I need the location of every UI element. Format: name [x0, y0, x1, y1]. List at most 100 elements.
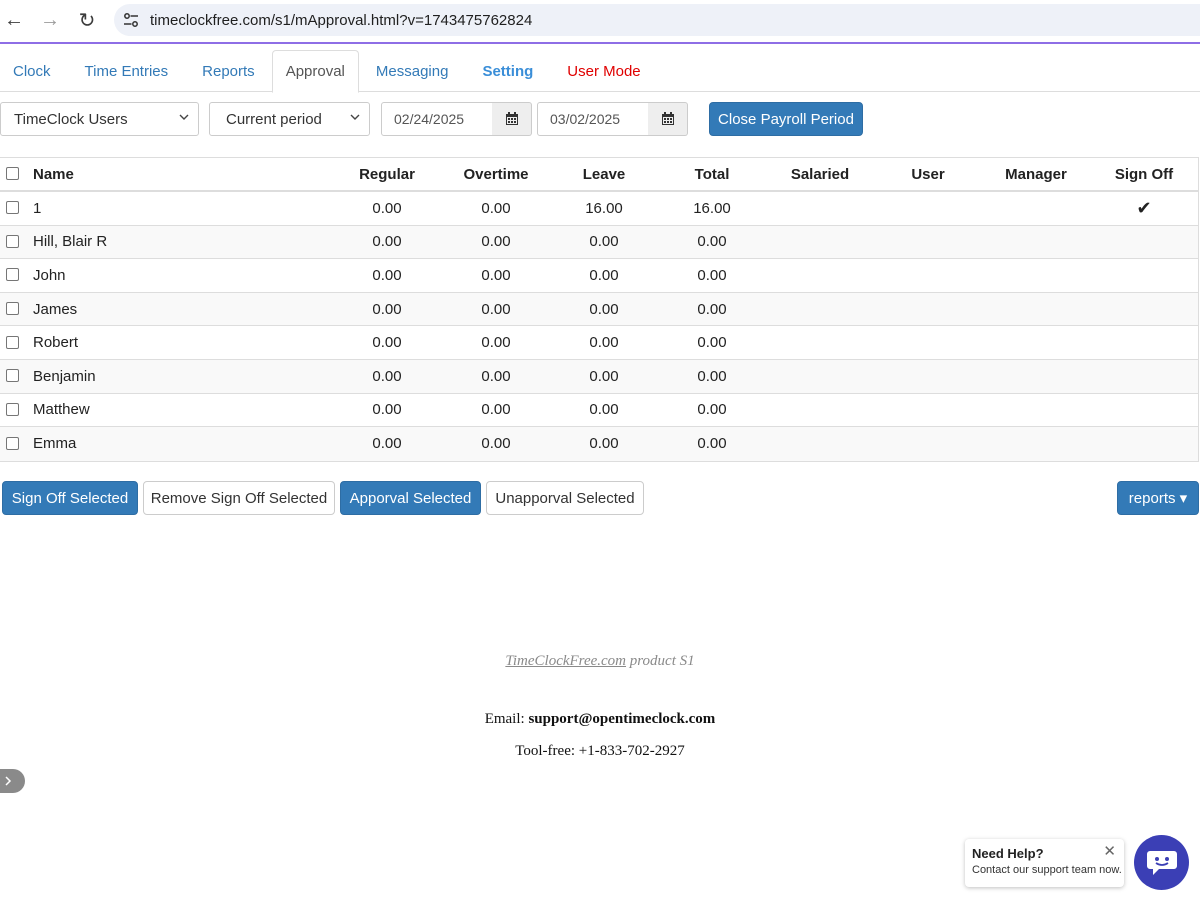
tab-approval[interactable]: Approval	[271, 50, 359, 93]
period-value: Current period	[226, 110, 322, 128]
header-signoff[interactable]: Sign Off	[1094, 158, 1194, 190]
main-tabs: Clock Time Entries Reports Approval Mess…	[0, 50, 1200, 93]
cell-leave: 0.00	[589, 300, 619, 318]
header-user[interactable]: User	[878, 158, 978, 190]
header-overtime[interactable]: Overtime	[446, 158, 546, 190]
header-total[interactable]: Total	[662, 158, 762, 190]
tab-messaging[interactable]: Messaging	[363, 50, 462, 92]
row-checkbox[interactable]	[6, 335, 19, 349]
user-group-select[interactable]: TimeClock Users	[0, 102, 199, 136]
chevron-down-icon	[178, 111, 190, 126]
row-checkbox[interactable]	[6, 201, 19, 215]
site-settings-icon[interactable]	[116, 5, 146, 35]
header-leave[interactable]: Leave	[554, 158, 654, 190]
chevron-right-icon	[5, 776, 12, 786]
cell-regular: 0.00	[372, 334, 402, 352]
period-select[interactable]: Current period	[209, 102, 370, 136]
cell-leave: 0.00	[589, 334, 619, 352]
tab-clock[interactable]: Clock	[0, 50, 64, 92]
cell-leave: 0.00	[589, 435, 619, 453]
header-regular[interactable]: Regular	[337, 158, 437, 190]
table-row: Robert 0.00 0.00 0.00 0.00	[0, 326, 1198, 360]
row-checkbox[interactable]	[6, 436, 19, 450]
start-date-input[interactable]: 02/24/2025	[381, 102, 493, 136]
cell-name: Benjamin	[33, 367, 96, 385]
url-text: timeclockfree.com/s1/mApproval.html?v=17…	[150, 11, 533, 29]
table-header-row: Name Regular Overtime Leave Total Salari…	[0, 158, 1198, 192]
calendar-icon	[661, 112, 674, 125]
cell-overtime: 0.00	[481, 401, 511, 419]
cell-leave: 16.00	[585, 199, 623, 217]
cell-name: Matthew	[33, 401, 90, 419]
cell-regular: 0.00	[372, 401, 402, 419]
header-salaried[interactable]: Salaried	[770, 158, 870, 190]
support-email: support@opentimeclock.com	[528, 711, 716, 727]
cell-total: 0.00	[697, 233, 727, 251]
cell-overtime: 0.00	[481, 367, 511, 385]
table-row: 1 0.00 0.00 16.00 16.00 ✔	[0, 192, 1198, 226]
table-row: Benjamin 0.00 0.00 0.00 0.00	[0, 359, 1198, 394]
cell-name: Hill, Blair R	[33, 233, 108, 251]
cell-total: 0.00	[697, 300, 727, 318]
cell-overtime: 0.00	[481, 334, 511, 352]
cell-name: Emma	[33, 435, 77, 453]
cell-regular: 0.00	[372, 233, 402, 251]
header-name[interactable]: Name	[33, 158, 74, 190]
cell-regular: 0.00	[372, 266, 402, 284]
row-checkbox[interactable]	[6, 268, 19, 282]
address-bar[interactable]: timeclockfree.com/s1/mApproval.html?v=17…	[114, 4, 1200, 36]
side-panel-toggle[interactable]	[0, 769, 25, 793]
cell-overtime: 0.00	[481, 266, 511, 284]
calendar-icon	[505, 112, 518, 125]
tollfree-line: Tool-free: +1-833-702-2927	[515, 743, 685, 759]
cell-total: 0.00	[697, 435, 727, 453]
close-icon[interactable]: ✕	[1103, 842, 1116, 860]
filter-bar: TimeClock Users Current period 02/24/202…	[0, 102, 1200, 136]
cell-name: 1	[33, 199, 42, 217]
cell-regular: 0.00	[372, 367, 402, 385]
tab-time-entries[interactable]: Time Entries	[72, 50, 182, 92]
remove-sign-off-selected-button[interactable]: Remove Sign Off Selected	[143, 481, 335, 515]
cell-name: James	[33, 300, 78, 318]
reload-button[interactable]: ↻	[69, 2, 105, 38]
forward-button[interactable]: →	[32, 2, 68, 38]
email-line: Email: support@opentimeclock.com	[0, 711, 1200, 728]
start-date-picker-button[interactable]	[492, 102, 532, 136]
tab-reports[interactable]: Reports	[189, 50, 268, 92]
row-checkbox[interactable]	[6, 302, 19, 316]
help-subtitle: Contact our support team now.	[972, 864, 1122, 876]
unapproval-selected-button[interactable]: Unapporval Selected	[486, 481, 644, 515]
forward-arrow-icon: →	[40, 8, 60, 31]
cell-name: John	[33, 266, 66, 284]
reload-icon: ↻	[78, 9, 96, 32]
row-checkbox[interactable]	[6, 234, 19, 248]
approval-selected-button[interactable]: Apporval Selected	[340, 481, 481, 515]
cell-regular: 0.00	[372, 199, 402, 217]
chat-launcher-button[interactable]	[1134, 835, 1189, 890]
reports-dropdown-button[interactable]: reports ▾	[1117, 481, 1199, 515]
product-link[interactable]: TimeClockFree.com	[505, 653, 626, 669]
row-checkbox[interactable]	[6, 369, 19, 383]
table-row: Matthew 0.00 0.00 0.00 0.00	[0, 394, 1198, 428]
cell-overtime: 0.00	[481, 435, 511, 453]
user-group-value: TimeClock Users	[14, 110, 128, 128]
tab-setting[interactable]: Setting	[469, 50, 546, 92]
product-suffix: product S1	[626, 653, 695, 669]
browser-toolbar: ← → ↻ timeclockfree.com/s1/mApproval.htm…	[0, 0, 1200, 44]
end-date-picker-button[interactable]	[648, 102, 688, 136]
end-date-input[interactable]: 03/02/2025	[537, 102, 649, 136]
table-row: John 0.00 0.00 0.00 0.00	[0, 259, 1198, 293]
cell-total: 0.00	[697, 367, 727, 385]
row-checkbox[interactable]	[6, 402, 19, 416]
help-popup[interactable]: Need Help? Contact our support team now.…	[965, 839, 1124, 887]
tab-user-mode[interactable]: User Mode	[554, 50, 653, 92]
back-button[interactable]: ←	[0, 2, 32, 38]
close-payroll-period-button[interactable]: Close Payroll Period	[709, 102, 863, 136]
select-all-checkbox[interactable]	[6, 167, 19, 180]
cell-total: 0.00	[697, 401, 727, 419]
cell-name: Robert	[33, 334, 79, 352]
header-manager[interactable]: Manager	[986, 158, 1086, 190]
chevron-down-icon	[349, 111, 361, 126]
sign-off-selected-button[interactable]: Sign Off Selected	[2, 481, 138, 515]
back-arrow-icon: ←	[4, 8, 24, 31]
